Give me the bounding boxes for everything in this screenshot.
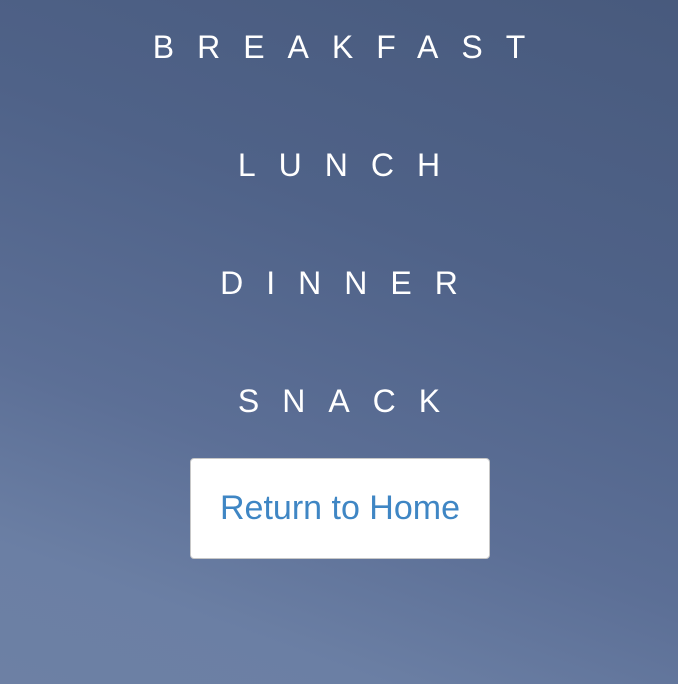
meal-menu: BREAKFAST LUNCH DINNER SNACK Return to H… [0,0,678,684]
meal-option-lunch[interactable]: LUNCH [0,145,678,185]
meal-option-snack[interactable]: SNACK [0,381,678,421]
meal-option-dinner[interactable]: DINNER [0,263,678,303]
meal-option-breakfast[interactable]: BREAKFAST [0,27,678,67]
return-to-home-button[interactable]: Return to Home [190,458,490,559]
